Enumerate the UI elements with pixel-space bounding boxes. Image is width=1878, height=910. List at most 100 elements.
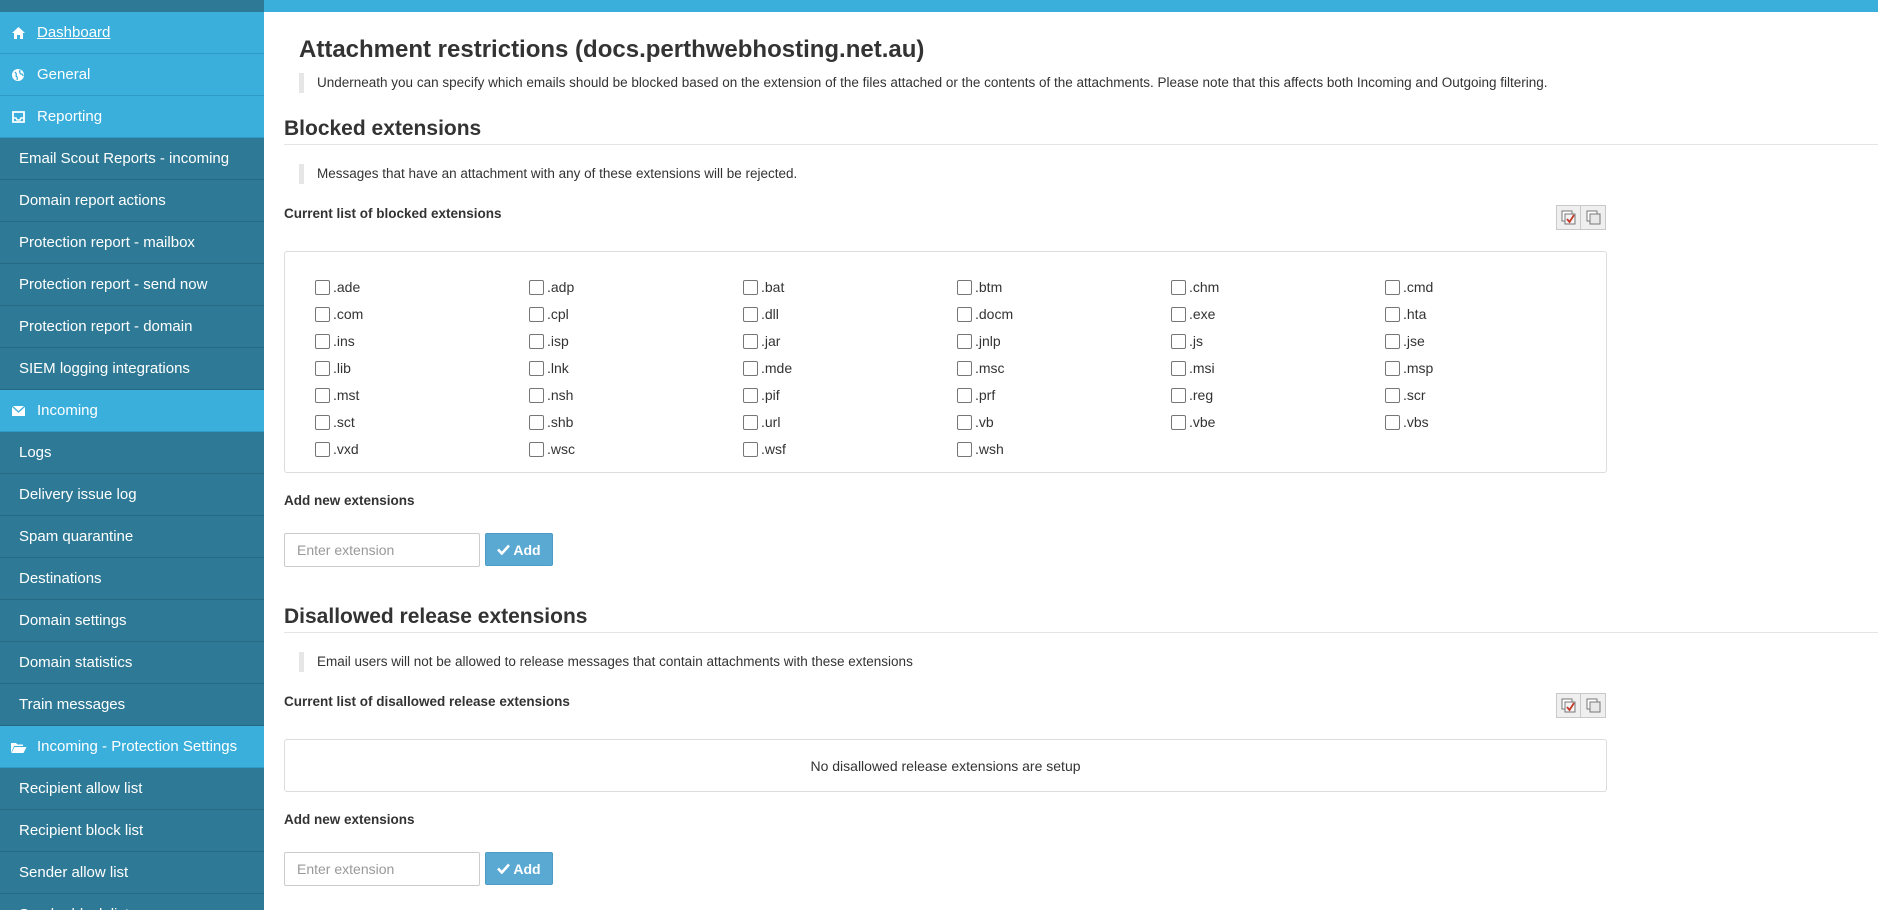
extension-checkbox[interactable]: .scr bbox=[1385, 385, 1426, 405]
extension-checkbox[interactable]: .sct bbox=[315, 412, 355, 432]
extension-checkbox[interactable]: .ins bbox=[315, 331, 355, 351]
checkbox[interactable] bbox=[315, 387, 330, 403]
sidebar-item-recipient-block-list[interactable]: Recipient block list bbox=[0, 810, 264, 852]
checkbox[interactable] bbox=[1385, 279, 1400, 295]
checkbox[interactable] bbox=[957, 387, 972, 403]
checkbox[interactable] bbox=[1385, 387, 1400, 403]
extension-checkbox[interactable]: .pif bbox=[743, 385, 780, 405]
checkbox[interactable] bbox=[1171, 333, 1186, 349]
extension-checkbox[interactable]: .vb bbox=[957, 412, 994, 432]
extension-checkbox[interactable]: .docm bbox=[957, 304, 1013, 324]
checkbox[interactable] bbox=[743, 279, 758, 295]
copy-list-button[interactable] bbox=[1581, 205, 1606, 230]
sidebar-item-protection-report-domain[interactable]: Protection report - domain bbox=[0, 306, 264, 348]
extension-checkbox[interactable]: .vxd bbox=[315, 439, 359, 459]
extension-checkbox[interactable]: .cpl bbox=[529, 304, 569, 324]
extension-checkbox[interactable]: .vbs bbox=[1385, 412, 1429, 432]
checkbox[interactable] bbox=[1171, 279, 1186, 295]
checkbox[interactable] bbox=[743, 441, 758, 457]
checkbox[interactable] bbox=[1385, 360, 1400, 376]
extension-checkbox[interactable]: .vbe bbox=[1171, 412, 1215, 432]
checkbox[interactable] bbox=[957, 414, 972, 430]
checkbox[interactable] bbox=[743, 414, 758, 430]
checkbox[interactable] bbox=[1171, 387, 1186, 403]
extension-checkbox[interactable]: .jar bbox=[743, 331, 780, 351]
checkbox[interactable] bbox=[529, 387, 544, 403]
checkbox[interactable] bbox=[957, 333, 972, 349]
extension-checkbox[interactable]: .wsc bbox=[529, 439, 575, 459]
extension-checkbox[interactable]: .js bbox=[1171, 331, 1203, 351]
disallowed-add-button[interactable]: Add bbox=[485, 852, 553, 885]
checkbox[interactable] bbox=[957, 279, 972, 295]
checkbox[interactable] bbox=[1171, 414, 1186, 430]
checkbox[interactable] bbox=[529, 333, 544, 349]
extension-checkbox[interactable]: .msi bbox=[1171, 358, 1215, 378]
extension-checkbox[interactable]: .prf bbox=[957, 385, 995, 405]
sidebar-item-destinations[interactable]: Destinations bbox=[0, 558, 264, 600]
sidebar-item-logs[interactable]: Logs bbox=[0, 432, 264, 474]
checkbox[interactable] bbox=[743, 387, 758, 403]
extension-checkbox[interactable]: .cmd bbox=[1385, 277, 1433, 297]
checkbox[interactable] bbox=[957, 306, 972, 322]
extension-checkbox[interactable]: .msc bbox=[957, 358, 1005, 378]
checkbox[interactable] bbox=[743, 333, 758, 349]
extension-checkbox[interactable]: .chm bbox=[1171, 277, 1219, 297]
checkbox[interactable] bbox=[1385, 333, 1400, 349]
sidebar-item-general[interactable]: General bbox=[0, 54, 264, 96]
extension-checkbox[interactable]: .adp bbox=[529, 277, 574, 297]
sidebar-item-reporting[interactable]: Reporting bbox=[0, 96, 264, 138]
extension-checkbox[interactable]: .url bbox=[743, 412, 780, 432]
sidebar-item-train-messages[interactable]: Train messages bbox=[0, 684, 264, 726]
sidebar-item-spam-quarantine[interactable]: Spam quarantine bbox=[0, 516, 264, 558]
extension-checkbox[interactable]: .exe bbox=[1171, 304, 1215, 324]
sidebar-item-domain-settings[interactable]: Domain settings bbox=[0, 600, 264, 642]
sidebar-item-incoming[interactable]: Incoming bbox=[0, 390, 264, 432]
extension-checkbox[interactable]: .com bbox=[315, 304, 363, 324]
sidebar-item-recipient-allow-list[interactable]: Recipient allow list bbox=[0, 768, 264, 810]
sidebar-item-sender-block-list[interactable]: Sender block list bbox=[0, 894, 264, 910]
extension-checkbox[interactable]: .msp bbox=[1385, 358, 1433, 378]
disallowed-extension-input[interactable]: Enter extension bbox=[284, 852, 480, 886]
sidebar-item-incoming-protection-settings[interactable]: Incoming - Protection Settings bbox=[0, 726, 264, 768]
checkbox[interactable] bbox=[743, 306, 758, 322]
checkbox[interactable] bbox=[315, 441, 330, 457]
extension-checkbox[interactable]: .lnk bbox=[529, 358, 569, 378]
sidebar-item-email-scout-reports-incoming[interactable]: Email Scout Reports - incoming bbox=[0, 138, 264, 180]
sidebar-item-dashboard[interactable]: Dashboard bbox=[0, 12, 264, 54]
extension-checkbox[interactable]: .nsh bbox=[529, 385, 573, 405]
blocked-add-button[interactable]: Add bbox=[485, 533, 553, 566]
checkbox[interactable] bbox=[1385, 306, 1400, 322]
extension-checkbox[interactable]: .wsf bbox=[743, 439, 786, 459]
checkbox[interactable] bbox=[957, 360, 972, 376]
sidebar-item-siem-logging-integrations[interactable]: SIEM logging integrations bbox=[0, 348, 264, 390]
extension-checkbox[interactable]: .shb bbox=[529, 412, 573, 432]
blocked-extension-input[interactable]: Enter extension bbox=[284, 533, 480, 567]
select-all-button[interactable] bbox=[1556, 205, 1581, 230]
extension-checkbox[interactable]: .wsh bbox=[957, 439, 1004, 459]
extension-checkbox[interactable]: .dll bbox=[743, 304, 779, 324]
checkbox[interactable] bbox=[957, 441, 972, 457]
extension-checkbox[interactable]: .jnlp bbox=[957, 331, 1001, 351]
extension-checkbox[interactable]: .jse bbox=[1385, 331, 1425, 351]
extension-checkbox[interactable]: .isp bbox=[529, 331, 569, 351]
sidebar-item-domain-report-actions[interactable]: Domain report actions bbox=[0, 180, 264, 222]
sidebar-item-domain-statistics[interactable]: Domain statistics bbox=[0, 642, 264, 684]
checkbox[interactable] bbox=[1385, 414, 1400, 430]
extension-checkbox[interactable]: .btm bbox=[957, 277, 1002, 297]
extension-checkbox[interactable]: .bat bbox=[743, 277, 784, 297]
checkbox[interactable] bbox=[315, 360, 330, 376]
checkbox[interactable] bbox=[315, 333, 330, 349]
sidebar-item-protection-report-mailbox[interactable]: Protection report - mailbox bbox=[0, 222, 264, 264]
extension-checkbox[interactable]: .lib bbox=[315, 358, 351, 378]
checkbox[interactable] bbox=[529, 279, 544, 295]
extension-checkbox[interactable]: .mst bbox=[315, 385, 359, 405]
checkbox[interactable] bbox=[1171, 360, 1186, 376]
checkbox[interactable] bbox=[529, 306, 544, 322]
checkbox[interactable] bbox=[743, 360, 758, 376]
extension-checkbox[interactable]: .mde bbox=[743, 358, 792, 378]
checkbox[interactable] bbox=[1171, 306, 1186, 322]
select-all-button[interactable] bbox=[1556, 693, 1581, 718]
checkbox[interactable] bbox=[529, 360, 544, 376]
sidebar-item-protection-report-send-now[interactable]: Protection report - send now bbox=[0, 264, 264, 306]
copy-list-button[interactable] bbox=[1581, 693, 1606, 718]
